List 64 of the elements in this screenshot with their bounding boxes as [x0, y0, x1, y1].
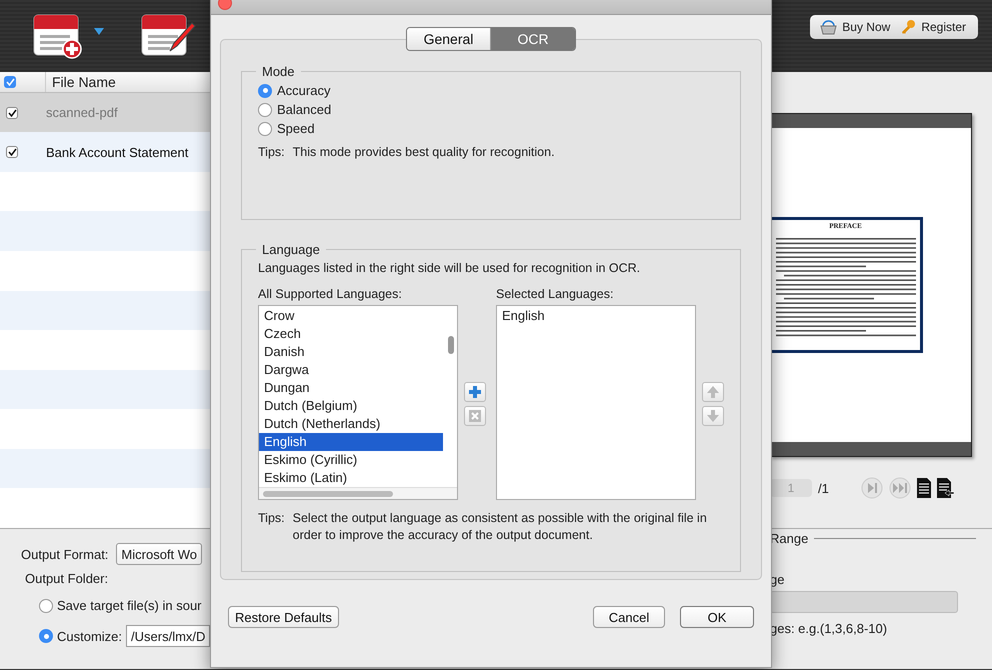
output-format-dropdown[interactable]: Microsoft Wo	[116, 543, 202, 565]
add-button[interactable]	[464, 382, 486, 402]
tips-label: Tips:	[258, 144, 285, 161]
document-icon[interactable]	[916, 478, 931, 498]
page-total: /1	[818, 480, 829, 496]
scrollbar-thumb[interactable]	[263, 490, 393, 496]
radio-label[interactable]: Save target file(s) in sour	[57, 598, 202, 613]
language-intro: Languages listed in the right side will be used for recognition in OCR.	[258, 261, 642, 275]
file-checkbox[interactable]	[6, 146, 18, 158]
language-item[interactable]: Dutch (Belgium)	[259, 397, 443, 415]
radio-button[interactable]	[39, 629, 53, 643]
language-item[interactable]: Czech	[259, 325, 443, 343]
select-all-checkbox[interactable]	[4, 76, 16, 88]
next-page-icon[interactable]	[860, 477, 883, 499]
language-item[interactable]: English	[497, 307, 681, 325]
list-label: All Supported Languages:	[258, 287, 403, 301]
folder-path-field[interactable]: /Users/lmx/D	[126, 625, 210, 647]
mode-option[interactable]: Accuracy	[258, 81, 724, 100]
tab[interactable]: OCR	[491, 28, 575, 50]
radio-button[interactable]	[39, 598, 53, 612]
language-item[interactable]: Crow	[259, 307, 443, 325]
group-title: Language	[261, 242, 321, 257]
x-icon	[468, 408, 482, 422]
key-icon	[900, 19, 916, 35]
tab[interactable]: General	[407, 28, 491, 50]
file-name: Bank Account Statement	[46, 144, 188, 160]
close-icon[interactable]	[218, 0, 232, 10]
mode-option[interactable]: Speed	[258, 119, 724, 138]
tips-text: Select the output language as consistent as possible with the original file in order to improve the accuracy of the output document.	[292, 510, 708, 544]
output-format-label: Output Format:	[21, 546, 108, 562]
document-export-icon[interactable]	[936, 478, 954, 498]
dropdown-caret-icon[interactable]	[94, 28, 104, 34]
plus-icon	[468, 384, 482, 398]
language-item[interactable]: Dutch (Netherlands)	[259, 415, 443, 433]
page-range-field[interactable]	[770, 591, 958, 613]
language-item[interactable]: Dungan	[259, 379, 443, 397]
basket-icon	[820, 20, 838, 34]
language-item[interactable]: English	[259, 433, 443, 451]
cancel-button[interactable]: Cancel	[593, 606, 665, 628]
language-item[interactable]: Eskimo (Cyrillic)	[259, 451, 443, 469]
register-button[interactable]: Register	[900, 19, 966, 35]
group-title: Mode	[261, 64, 296, 79]
radio-button[interactable]	[258, 122, 272, 136]
radio-button[interactable]	[258, 102, 272, 116]
tips-label: Tips:	[258, 510, 285, 527]
down-arrow-icon	[706, 408, 720, 422]
last-page-icon[interactable]	[888, 477, 911, 499]
list-label: Selected Languages:	[496, 287, 614, 301]
radio-label[interactable]: Customize:	[57, 628, 122, 644]
language-item[interactable]: Eskimo (Latin)	[259, 469, 443, 487]
scrollbar-thumb[interactable]	[448, 336, 454, 354]
output-folder-label: Output Folder:	[25, 571, 110, 586]
file-checkbox[interactable]	[6, 106, 18, 119]
language-item[interactable]: Danish	[259, 343, 443, 361]
mode-option[interactable]: Balanced	[258, 100, 724, 119]
tips-text: This mode provides best quality for recognition.	[292, 144, 555, 161]
up-arrow-icon	[706, 384, 720, 398]
ok-button[interactable]: OK	[680, 606, 754, 628]
file-name: scanned-pdf	[46, 105, 118, 120]
restore-defaults-button[interactable]: Restore Defaults	[228, 606, 339, 628]
language-item[interactable]: Dargwa	[259, 361, 443, 379]
buy-now-button[interactable]: Buy Now	[820, 20, 890, 34]
radio-button[interactable]	[258, 84, 272, 98]
column-header[interactable]: File Name	[46, 74, 116, 90]
